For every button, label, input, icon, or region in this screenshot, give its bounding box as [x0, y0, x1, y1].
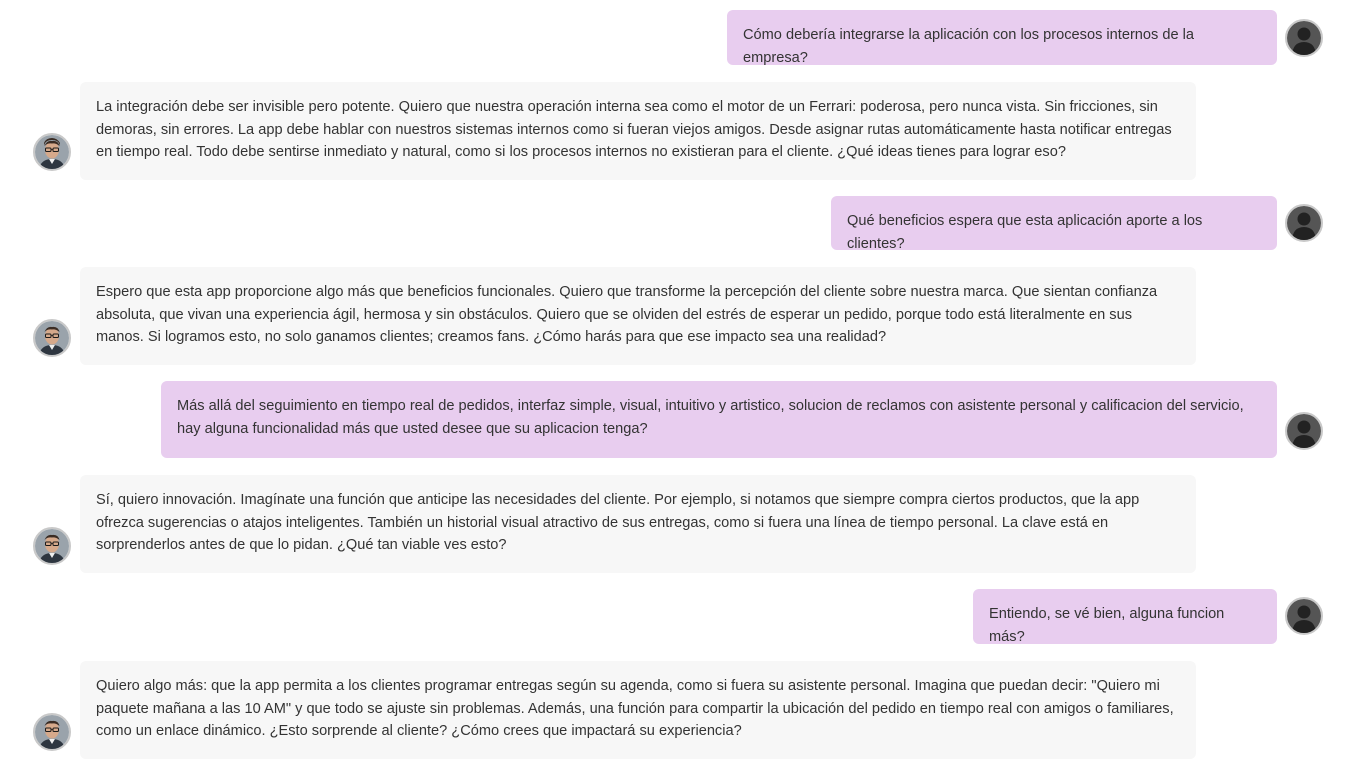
- assistant-avatar-icon: [33, 713, 71, 751]
- assistant-avatar-icon: [33, 319, 71, 357]
- user-avatar-icon: [1285, 597, 1323, 635]
- user-message: Qué beneficios espera que esta aplicació…: [831, 196, 1277, 252]
- user-avatar-icon: [1285, 19, 1323, 57]
- assistant-message: La integración debe ser invisible pero p…: [80, 82, 1196, 180]
- user-avatar-icon: [1285, 204, 1323, 242]
- user-message: Cómo debería integrarse la aplicación co…: [727, 10, 1277, 66]
- user-message: Más allá del seguimiento en tiempo real …: [161, 381, 1277, 458]
- assistant-message: Espero que esta app proporcione algo más…: [80, 267, 1196, 365]
- assistant-avatar-icon: [33, 133, 71, 171]
- assistant-avatar-icon: [33, 527, 71, 565]
- assistant-message: Sí, quiero innovación. Imagínate una fun…: [80, 475, 1196, 573]
- user-avatar-icon: [1285, 412, 1323, 450]
- user-message: Entiendo, se vé bien, alguna funcion más…: [973, 589, 1277, 645]
- assistant-message: Quiero algo más: que la app permita a lo…: [80, 661, 1196, 759]
